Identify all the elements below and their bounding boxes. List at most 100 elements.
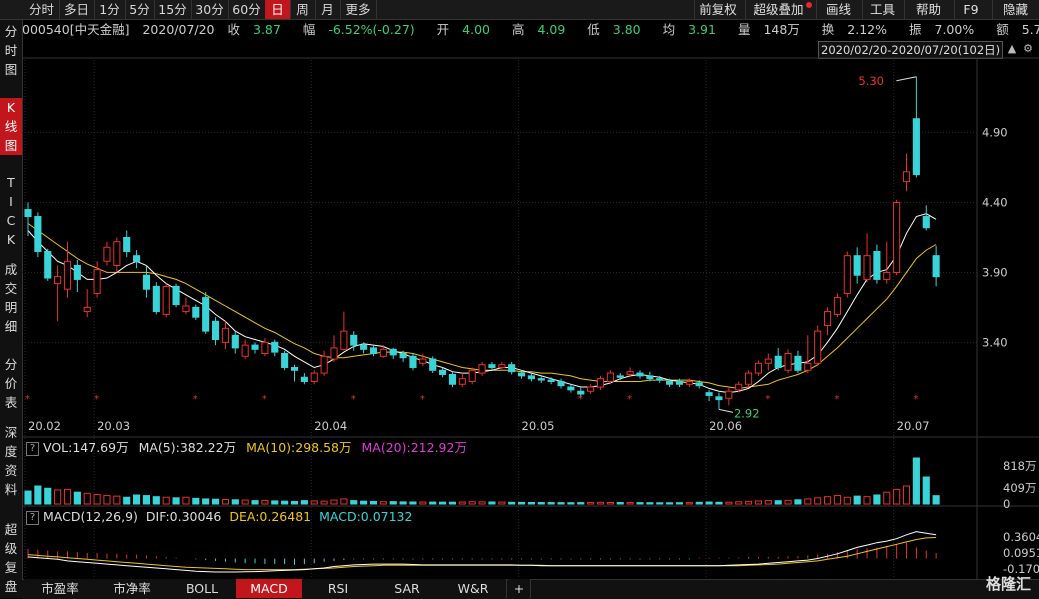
candle-body [902,171,911,183]
candle-body [379,348,387,357]
vol-ma5: MA(5):382.22万 [138,440,237,455]
volume-bar [557,502,565,505]
volume-bar [389,501,397,505]
volume-bar [34,485,42,505]
volume-bar [221,499,229,505]
volume-bar [488,501,496,505]
candle-body [360,344,368,350]
candle-body [271,341,279,353]
candle-body [350,334,358,346]
sidebar-tab[interactable]: 超级复盘 [0,520,22,596]
indicator-tab[interactable]: SAR [374,579,441,598]
volume-bar [409,501,417,505]
indicator-tab[interactable]: RSI [302,579,375,598]
candle-body [468,369,476,382]
volume-bar [616,502,624,505]
signal-star-icon: * [25,394,30,405]
candle-body [399,353,407,359]
macd-value: MACD:0.07132 [319,509,413,524]
volume-bar [843,496,851,505]
volume-bar [794,499,802,505]
candle-body [103,246,111,262]
candle-body [152,285,160,313]
sidebar-tab[interactable]: 分时图 [0,22,22,79]
candle-body [192,306,200,318]
candle-body [202,297,210,332]
sidebar-tab[interactable]: 成交明细 [0,260,22,336]
candle-body [725,390,733,399]
volume-bar [587,501,595,505]
candle-body [823,311,832,327]
candle-body [616,375,624,378]
candle-body [211,320,220,341]
volume-bar [823,496,832,505]
indicator-tab[interactable]: 市净率 [96,579,169,598]
candle-body [142,274,151,290]
volume-bar [735,501,743,505]
candle-body [34,216,42,252]
brand-logo: 格隆汇 [985,575,1031,593]
candle-body [221,327,229,343]
volume-bar [784,499,792,505]
volume-bar [725,501,733,505]
candle-body [24,209,32,218]
vol-tick-label: 409万 [1003,481,1036,495]
sidebar-tab[interactable]: K线图 [0,98,22,155]
sidebar-tab[interactable]: 分价表 [0,355,22,412]
add-indicator-button[interactable]: + [508,579,531,598]
volume-bar [468,501,476,505]
volume-bar [300,500,308,505]
candle-body [745,372,753,385]
volume-bar [73,491,81,505]
candle-body [389,348,397,356]
sidebar-tab[interactable]: TICK [0,173,22,249]
indicator-tab[interactable]: MACD [236,579,303,598]
high-annotation: 5.30 [858,74,884,88]
volume-bar [93,493,101,505]
volume-bar [478,501,486,505]
vol-value: VOL:147.69万 [43,440,129,455]
signal-star-icon: * [834,394,839,405]
volume-bar [172,497,180,505]
candle-body [666,380,674,385]
candle-body [429,358,437,371]
kline-chart-area[interactable]: 4.90 4.40 3.90 3.40 20.02 20.03 20.04 20.05 20.0… [22,0,1039,580]
indicator-tab[interactable]: W&R [440,579,507,598]
signal-star-icon: * [193,394,198,405]
candle-body [123,237,131,252]
volume-bar [399,501,407,505]
help-icon[interactable]: ? [26,510,39,525]
volume-bar [123,496,131,505]
candle-body [883,271,891,280]
candle-body [873,250,881,280]
x-tick-label: 20.04 [314,419,347,433]
volume-bar [606,501,614,505]
volume-bar [24,490,32,505]
help-icon[interactable]: ? [26,441,39,456]
indicator-tab[interactable]: 市盈率 [24,579,97,598]
signal-star-icon: * [578,394,583,405]
volume-bar [814,497,822,505]
candle-body [300,376,308,382]
volume-bar [231,499,239,505]
volume-bar [310,500,318,505]
signal-star-icon: * [765,394,770,405]
candle-body [636,372,644,377]
candle-body [83,306,91,313]
candle-body [290,366,299,371]
volume-bar [745,500,753,505]
volume-bar [142,495,151,505]
sidebar-tab[interactable]: 深度资料 [0,423,22,499]
candle-body [241,344,249,357]
candle-body [567,386,575,391]
volume-bar [902,485,911,505]
y-tick-label: 4.90 [982,126,1008,140]
volume-bar [320,500,328,505]
candle-body [517,372,526,377]
indicator-tab[interactable]: BOLL [168,579,237,598]
candle-body [93,269,101,294]
volume-bar [527,501,535,505]
signal-star-icon: * [627,394,632,405]
macd-dea: DEA:0.26481 [229,509,312,524]
volume-bar [152,496,160,505]
